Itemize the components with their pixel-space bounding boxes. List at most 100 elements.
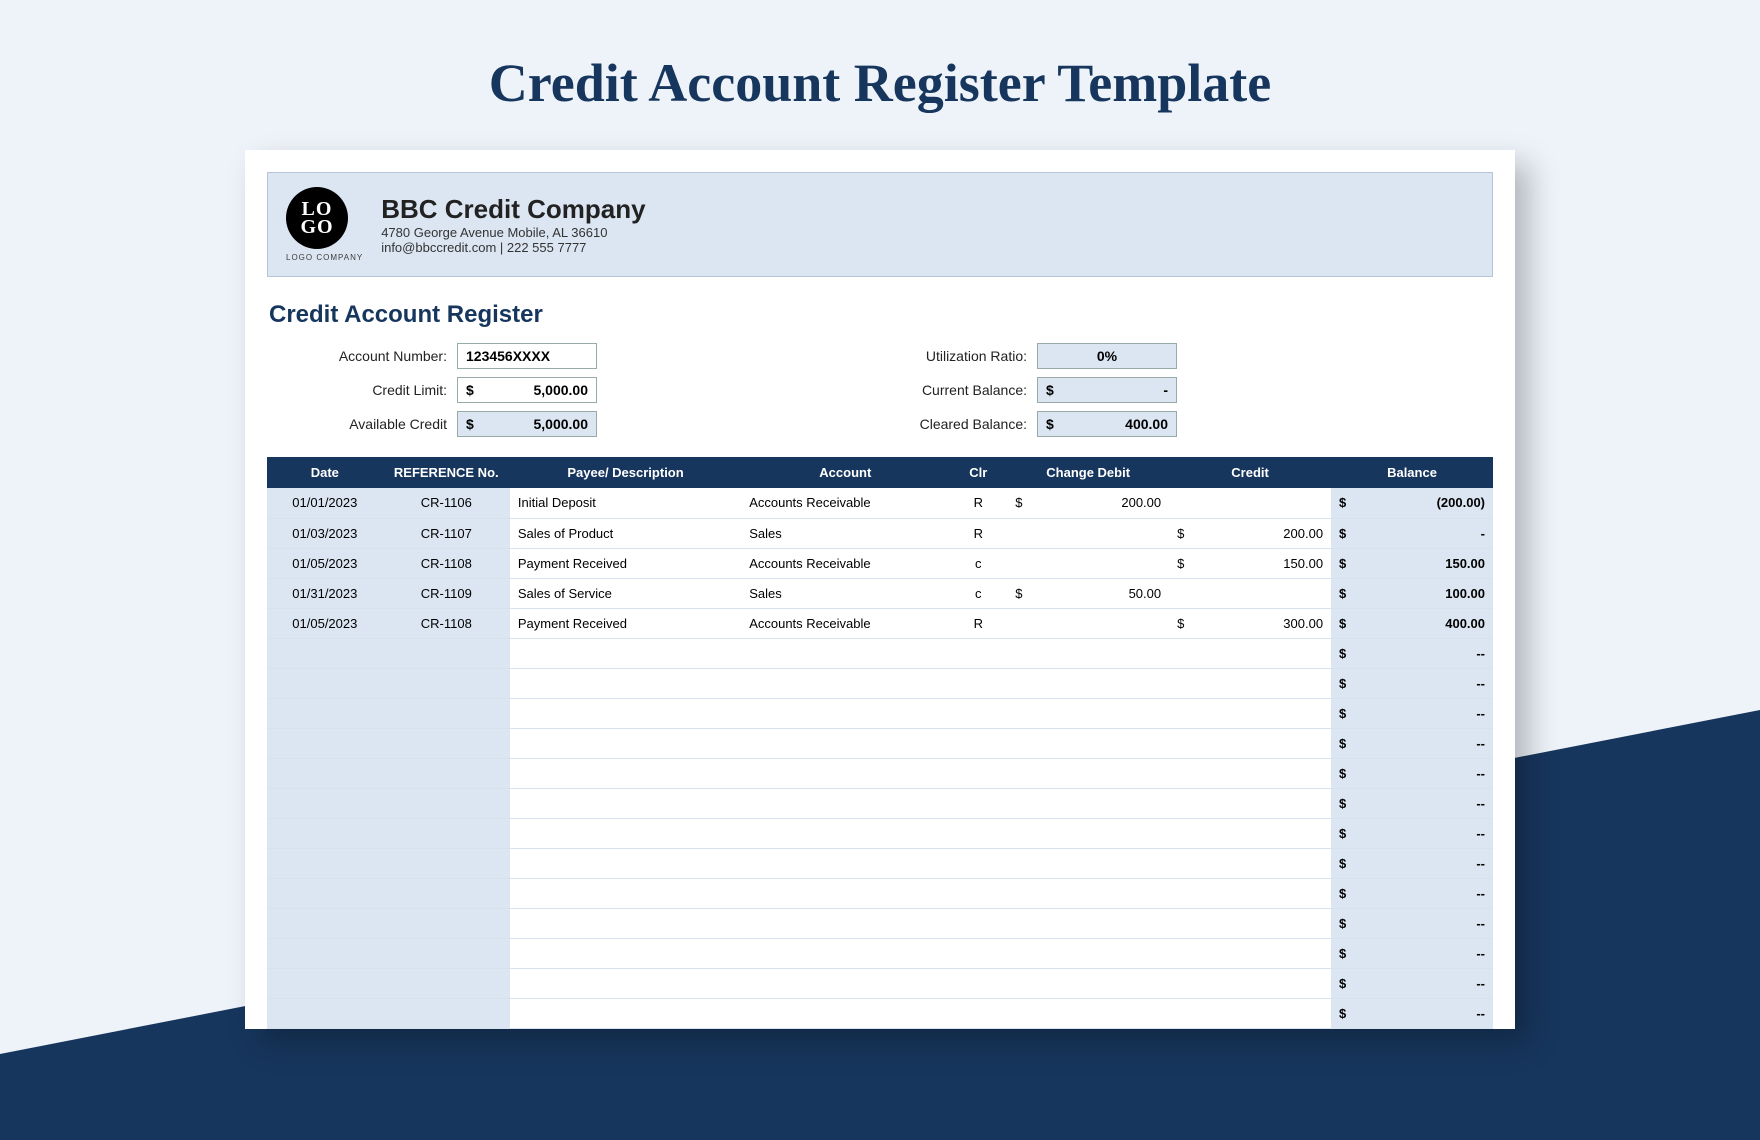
cell-ref (383, 938, 510, 968)
cell-empty (949, 908, 1007, 938)
cell-balance: $- (1331, 968, 1493, 998)
section-title: Credit Account Register (269, 301, 1493, 329)
cell-empty (1007, 728, 1169, 758)
cell-date: 01/05/2023 (267, 608, 383, 638)
cell-ref: CR-1108 (383, 548, 510, 578)
table-row: $- (267, 968, 1493, 998)
logo-block: LO GO LOGO COMPANY (286, 187, 363, 262)
utilization-label: Utilization Ratio: (857, 348, 1037, 364)
cell-desc: Sales of Service (510, 578, 741, 608)
col-date: Date (267, 457, 383, 488)
cell-date (267, 818, 383, 848)
company-info: BBC Credit Company 4780 George Avenue Mo… (381, 194, 645, 255)
cell-ref: CR-1109 (383, 578, 510, 608)
cell-empty (1169, 818, 1331, 848)
table-row: $- (267, 728, 1493, 758)
cell-empty (741, 638, 949, 668)
cleared-balance-value: $ 400.00 (1037, 411, 1177, 437)
cell-empty (741, 998, 949, 1028)
register-table: Date REFERENCE No. Payee/ Description Ac… (267, 457, 1493, 1029)
cell-empty (741, 908, 949, 938)
cell-ref (383, 848, 510, 878)
currency-symbol: $ (1046, 382, 1054, 398)
meta-right: Utilization Ratio: 0% Current Balance: $… (857, 343, 1177, 445)
cell-ref: CR-1106 (383, 488, 510, 518)
cell-empty (741, 668, 949, 698)
logo-icon: LO GO (286, 187, 348, 249)
cell-date (267, 758, 383, 788)
cell-date: 01/31/2023 (267, 578, 383, 608)
cell-clr: R (949, 488, 1007, 518)
col-debit: Change Debit (1007, 457, 1169, 488)
credit-limit-label: Credit Limit: (267, 382, 457, 398)
table-row: $- (267, 698, 1493, 728)
company-address: 4780 George Avenue Mobile, AL 36610 (381, 225, 645, 240)
table-row: 01/31/2023CR-1109Sales of ServiceSalesc$… (267, 578, 1493, 608)
col-balance: Balance (1331, 457, 1493, 488)
cell-empty (1169, 878, 1331, 908)
cell-date (267, 848, 383, 878)
cell-date (267, 968, 383, 998)
cell-empty (1169, 848, 1331, 878)
meta-left: Account Number: 123456XXXX Credit Limit:… (267, 343, 597, 445)
cell-empty (949, 968, 1007, 998)
cell-empty (510, 698, 741, 728)
table-row: 01/03/2023CR-1107Sales of ProductSalesR$… (267, 518, 1493, 548)
cell-empty (949, 818, 1007, 848)
table-row: $- (267, 938, 1493, 968)
cell-empty (741, 698, 949, 728)
cell-date (267, 668, 383, 698)
cell-ref: CR-1107 (383, 518, 510, 548)
cell-acct: Sales (741, 578, 949, 608)
cell-empty (741, 878, 949, 908)
cleared-balance-label: Cleared Balance: (857, 416, 1037, 432)
cell-empty (1007, 908, 1169, 938)
cell-empty (510, 968, 741, 998)
meta-area: Account Number: 123456XXXX Credit Limit:… (267, 343, 1493, 445)
cell-date (267, 788, 383, 818)
cell-debit: $200.00 (1007, 488, 1169, 518)
cell-balance: $- (1331, 878, 1493, 908)
cell-credit: $300.00 (1169, 608, 1331, 638)
cell-empty (510, 758, 741, 788)
cell-debit: $50.00 (1007, 578, 1169, 608)
cell-empty (949, 698, 1007, 728)
cell-date: 01/03/2023 (267, 518, 383, 548)
cell-debit (1007, 548, 1169, 578)
cell-date (267, 698, 383, 728)
cell-ref (383, 818, 510, 848)
cell-ref: CR-1108 (383, 608, 510, 638)
cell-empty (949, 998, 1007, 1028)
table-row: $- (267, 998, 1493, 1028)
cell-date (267, 728, 383, 758)
available-credit-label: Available Credit (267, 416, 457, 432)
cell-date (267, 878, 383, 908)
cell-empty (510, 938, 741, 968)
cell-empty (1169, 968, 1331, 998)
cell-balance: $- (1331, 638, 1493, 668)
cell-debit (1007, 518, 1169, 548)
cell-desc: Sales of Product (510, 518, 741, 548)
cell-balance: $- (1331, 788, 1493, 818)
cell-empty (1169, 908, 1331, 938)
cell-balance: $- (1331, 728, 1493, 758)
company-name: BBC Credit Company (381, 194, 645, 225)
cell-empty (949, 938, 1007, 968)
cell-date (267, 638, 383, 668)
table-row: $- (267, 818, 1493, 848)
cell-empty (949, 848, 1007, 878)
cell-empty (1169, 668, 1331, 698)
logo-text-bottom: GO (300, 218, 333, 236)
cell-ref (383, 998, 510, 1028)
cell-acct: Sales (741, 518, 949, 548)
cell-credit: $150.00 (1169, 548, 1331, 578)
cell-balance: $- (1331, 698, 1493, 728)
cell-empty (741, 848, 949, 878)
cell-empty (949, 758, 1007, 788)
cell-balance: $- (1331, 818, 1493, 848)
table-row: 01/05/2023CR-1108Payment ReceivedAccount… (267, 608, 1493, 638)
col-credit: Credit (1169, 457, 1331, 488)
cell-acct: Accounts Receivable (741, 488, 949, 518)
cell-clr: c (949, 578, 1007, 608)
cell-empty (949, 788, 1007, 818)
